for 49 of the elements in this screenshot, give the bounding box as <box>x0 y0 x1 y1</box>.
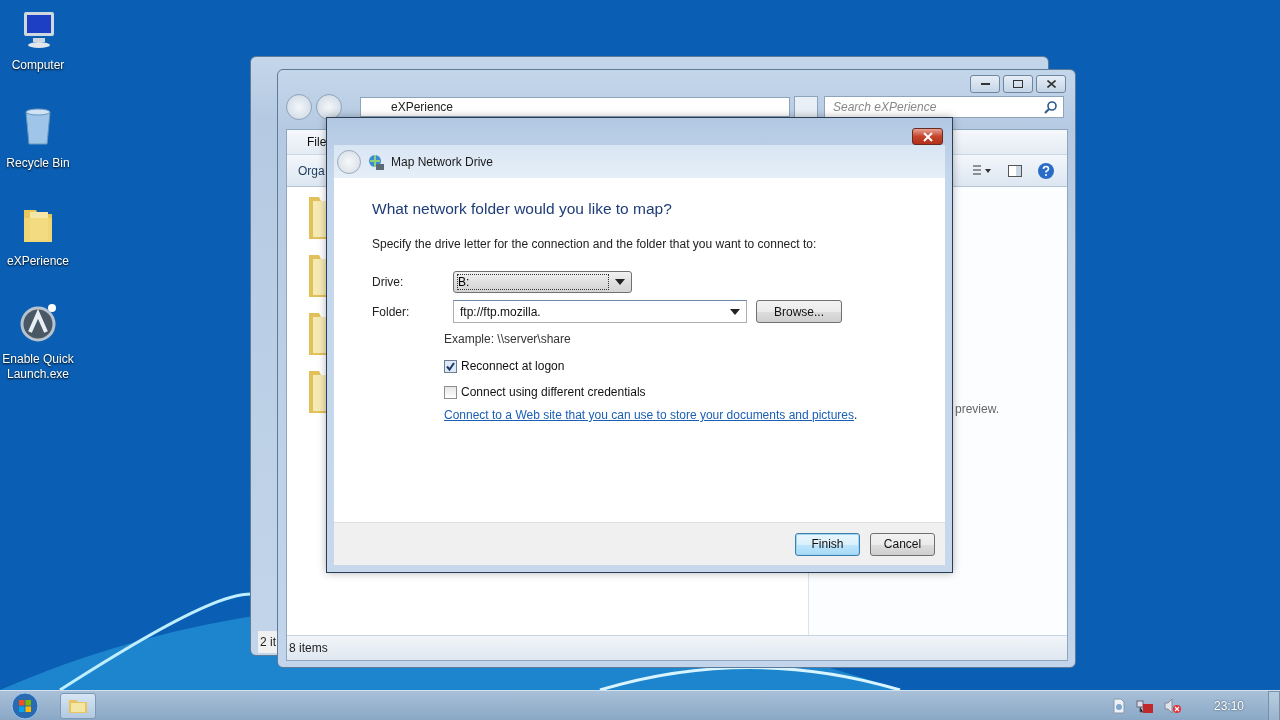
drive-dropdown[interactable]: B: <box>453 271 632 293</box>
speaker-muted-icon[interactable] <box>1163 697 1182 714</box>
checkbox[interactable] <box>444 385 457 399</box>
maximize-icon <box>1013 80 1023 88</box>
menu-item[interactable]: File <box>307 135 327 149</box>
forward-button[interactable] <box>316 94 342 120</box>
folder-label: Folder: <box>372 304 411 319</box>
preview-message: preview. <box>954 402 999 416</box>
close-button[interactable] <box>912 128 943 145</box>
dialog-title: Map Network Drive <box>391 154 494 169</box>
search-icon <box>1044 100 1058 114</box>
desktop-icon-label[interactable]: Recycle Bin <box>0 156 76 171</box>
drive-label: Drive: <box>372 275 405 289</box>
start-button-icon[interactable] <box>10 690 40 720</box>
item-count: 8 items <box>289 641 328 655</box>
app-icon[interactable] <box>18 302 58 344</box>
organize-menu[interactable]: Orga <box>298 163 325 178</box>
desktop-icon-label[interactable]: eXPerience <box>0 254 76 269</box>
example-text: Example: \\server\share <box>444 332 572 348</box>
checkbox-label[interactable]: Reconnect at logon <box>461 359 565 373</box>
close-button[interactable] <box>1036 75 1066 93</box>
refresh-button[interactable] <box>794 96 818 118</box>
web-site-link[interactable]: Connect to a Web site that you can use to store your documents and pictures <box>444 408 854 422</box>
help-icon[interactable] <box>1037 161 1055 180</box>
status-text: 2 it <box>259 635 276 649</box>
close-icon <box>920 131 935 142</box>
dialog-heading: What network folder would you like to map? <box>372 200 673 218</box>
minimize-button[interactable] <box>970 75 1000 93</box>
checkbox[interactable] <box>444 359 457 373</box>
desktop-icon-label[interactable]: Enable Quick Launch.exe <box>0 352 76 382</box>
instruction-text: Specify the drive letter for the connection and the folder that you want to connect to: <box>372 237 818 251</box>
dropdown-arrow-icon <box>615 279 625 285</box>
address-bar[interactable]: eXPerience <box>360 97 790 117</box>
network-drive-icon <box>367 152 385 171</box>
network-icon[interactable] <box>1135 697 1154 714</box>
maximize-button[interactable] <box>1003 75 1033 93</box>
browse-button[interactable]: Browse... <box>756 300 842 323</box>
checkbox-label[interactable]: Connect using different credentials <box>461 385 646 399</box>
preview-pane-icon[interactable] <box>1007 163 1023 178</box>
dialog-button[interactable]: Cancel <box>870 532 935 556</box>
search-field[interactable]: Search eXPerience <box>824 96 1064 118</box>
folder-field[interactable]: ftp://ftp.mozilla. <box>453 300 747 323</box>
folder-icon <box>68 697 88 714</box>
desktop-icon-label[interactable]: Computer <box>0 58 76 73</box>
dialog-button[interactable]: Finish <box>795 532 860 556</box>
dropdown-arrow-icon <box>730 308 740 315</box>
period-text: . <box>854 408 858 422</box>
close-icon <box>1046 80 1056 88</box>
minimize-icon <box>980 83 990 85</box>
